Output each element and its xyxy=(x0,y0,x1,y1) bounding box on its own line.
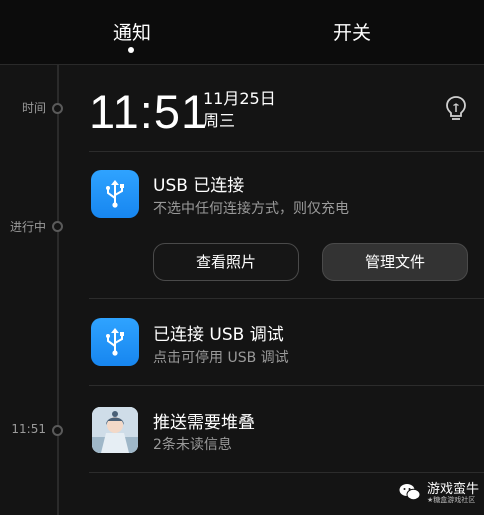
notification-subtitle: 2条未读信息 xyxy=(153,437,232,453)
notification-subtitle: 点击可停用 USB 调试 xyxy=(153,350,289,366)
manage-files-button[interactable]: 管理文件 xyxy=(322,243,468,281)
timeline-label-ongoing: 进行中 xyxy=(9,220,46,234)
notification-subtitle: 不选中任何连接方式，则仅充电 xyxy=(153,201,349,217)
divider xyxy=(89,472,484,473)
notification-title: USB 已连接 xyxy=(153,176,245,196)
timeline-line xyxy=(57,64,59,515)
divider xyxy=(89,151,484,152)
view-photos-button[interactable]: 查看照片 xyxy=(153,243,299,281)
lightbulb-icon[interactable] xyxy=(444,95,468,123)
divider xyxy=(89,385,484,386)
active-tab-indicator xyxy=(128,47,134,53)
timeline-dot xyxy=(52,425,63,436)
tab-notifications[interactable]: 通知 xyxy=(113,18,151,45)
timeline-label-time: 时间 xyxy=(21,101,46,115)
top-tab-bar: 通知 开关 xyxy=(0,0,484,65)
notification-title: 推送需要堆叠 xyxy=(153,413,255,433)
tab-switches[interactable]: 开关 xyxy=(333,18,371,45)
timeline-dot xyxy=(52,103,63,114)
date-text: 11月25日 xyxy=(203,89,276,108)
clock: 11:51 xyxy=(89,85,209,138)
timeline-dot xyxy=(52,221,63,232)
wechat-icon xyxy=(399,484,421,501)
divider xyxy=(89,298,484,299)
date-block: 11月25日 周三 xyxy=(203,88,276,132)
weekday-text: 周三 xyxy=(203,111,236,130)
notification-title: 已连接 USB 调试 xyxy=(153,325,284,345)
timeline-label-1151: 11:51 xyxy=(11,422,46,436)
usb-icon xyxy=(91,170,139,218)
avatar-icon xyxy=(92,407,138,453)
watermark-subtitle: ★糖盒游戏社区 xyxy=(427,496,476,504)
usb-icon xyxy=(91,318,139,366)
